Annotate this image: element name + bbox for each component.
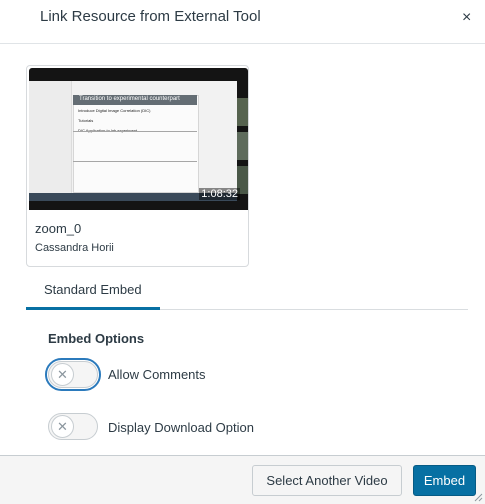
tab-standard-embed[interactable]: Standard Embed	[44, 282, 142, 297]
modal-footer: Select Another Video Embed	[0, 455, 485, 504]
embed-options-heading: Embed Options	[48, 331, 145, 346]
close-icon[interactable]: ×	[462, 10, 471, 26]
display-download-label[interactable]: Display Download Option	[108, 420, 254, 435]
embed-tabs: Standard Embed	[26, 278, 468, 310]
tab-selected-indicator	[26, 307, 160, 310]
resize-handle-icon[interactable]	[474, 493, 483, 502]
video-card-text: zoom_0 Cassandra Horii	[35, 66, 245, 266]
modal-header: Link Resource from External Tool ×	[0, 0, 485, 44]
embed-button[interactable]: Embed	[413, 465, 476, 496]
video-card[interactable]: Introduce Digital Image Correlation (DIC…	[26, 65, 249, 267]
x-icon: ✕	[51, 415, 74, 438]
allow-comments-toggle[interactable]: ✕	[45, 358, 101, 391]
video-owner: Cassandra Horii	[35, 242, 114, 254]
allow-comments-label[interactable]: Allow Comments	[108, 367, 206, 382]
x-icon: ✕	[51, 363, 74, 386]
modal-title: Link Resource from External Tool	[40, 8, 261, 25]
select-another-video-button[interactable]: Select Another Video	[252, 465, 402, 496]
display-download-toggle[interactable]: ✕	[48, 413, 98, 440]
video-name: zoom_0	[35, 221, 82, 236]
